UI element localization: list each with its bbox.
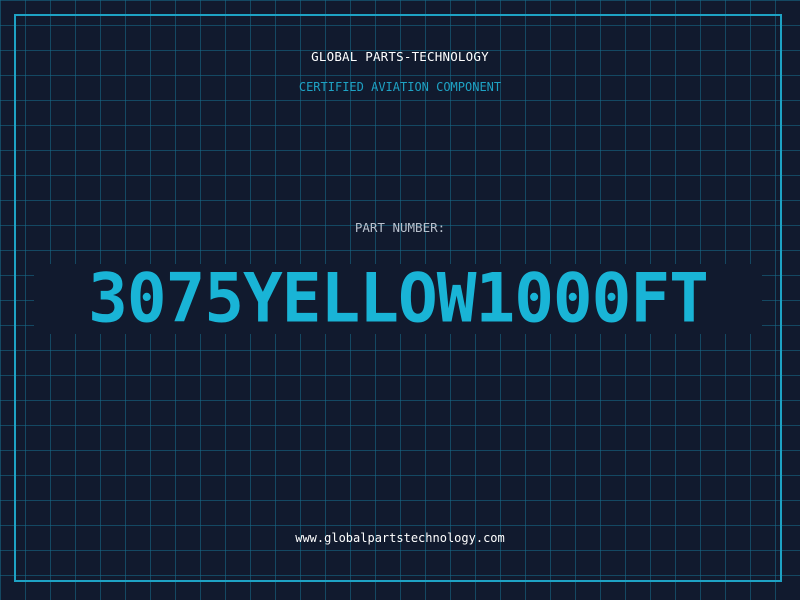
- part-number-value: 3075YELLOW1000FT: [88, 259, 709, 338]
- certificate-page: GLOBAL PARTS-TECHNOLOGY CERTIFIED AVIATI…: [0, 0, 800, 600]
- part-number-panel: 3075YELLOW1000FT: [34, 264, 762, 334]
- part-number-label: PART NUMBER:: [354, 220, 446, 235]
- website-link[interactable]: www.globalpartstechnology.com: [0, 531, 800, 545]
- certification-subtitle: CERTIFIED AVIATION COMPONENT: [298, 80, 502, 94]
- company-name: GLOBAL PARTS-TECHNOLOGY: [311, 49, 489, 64]
